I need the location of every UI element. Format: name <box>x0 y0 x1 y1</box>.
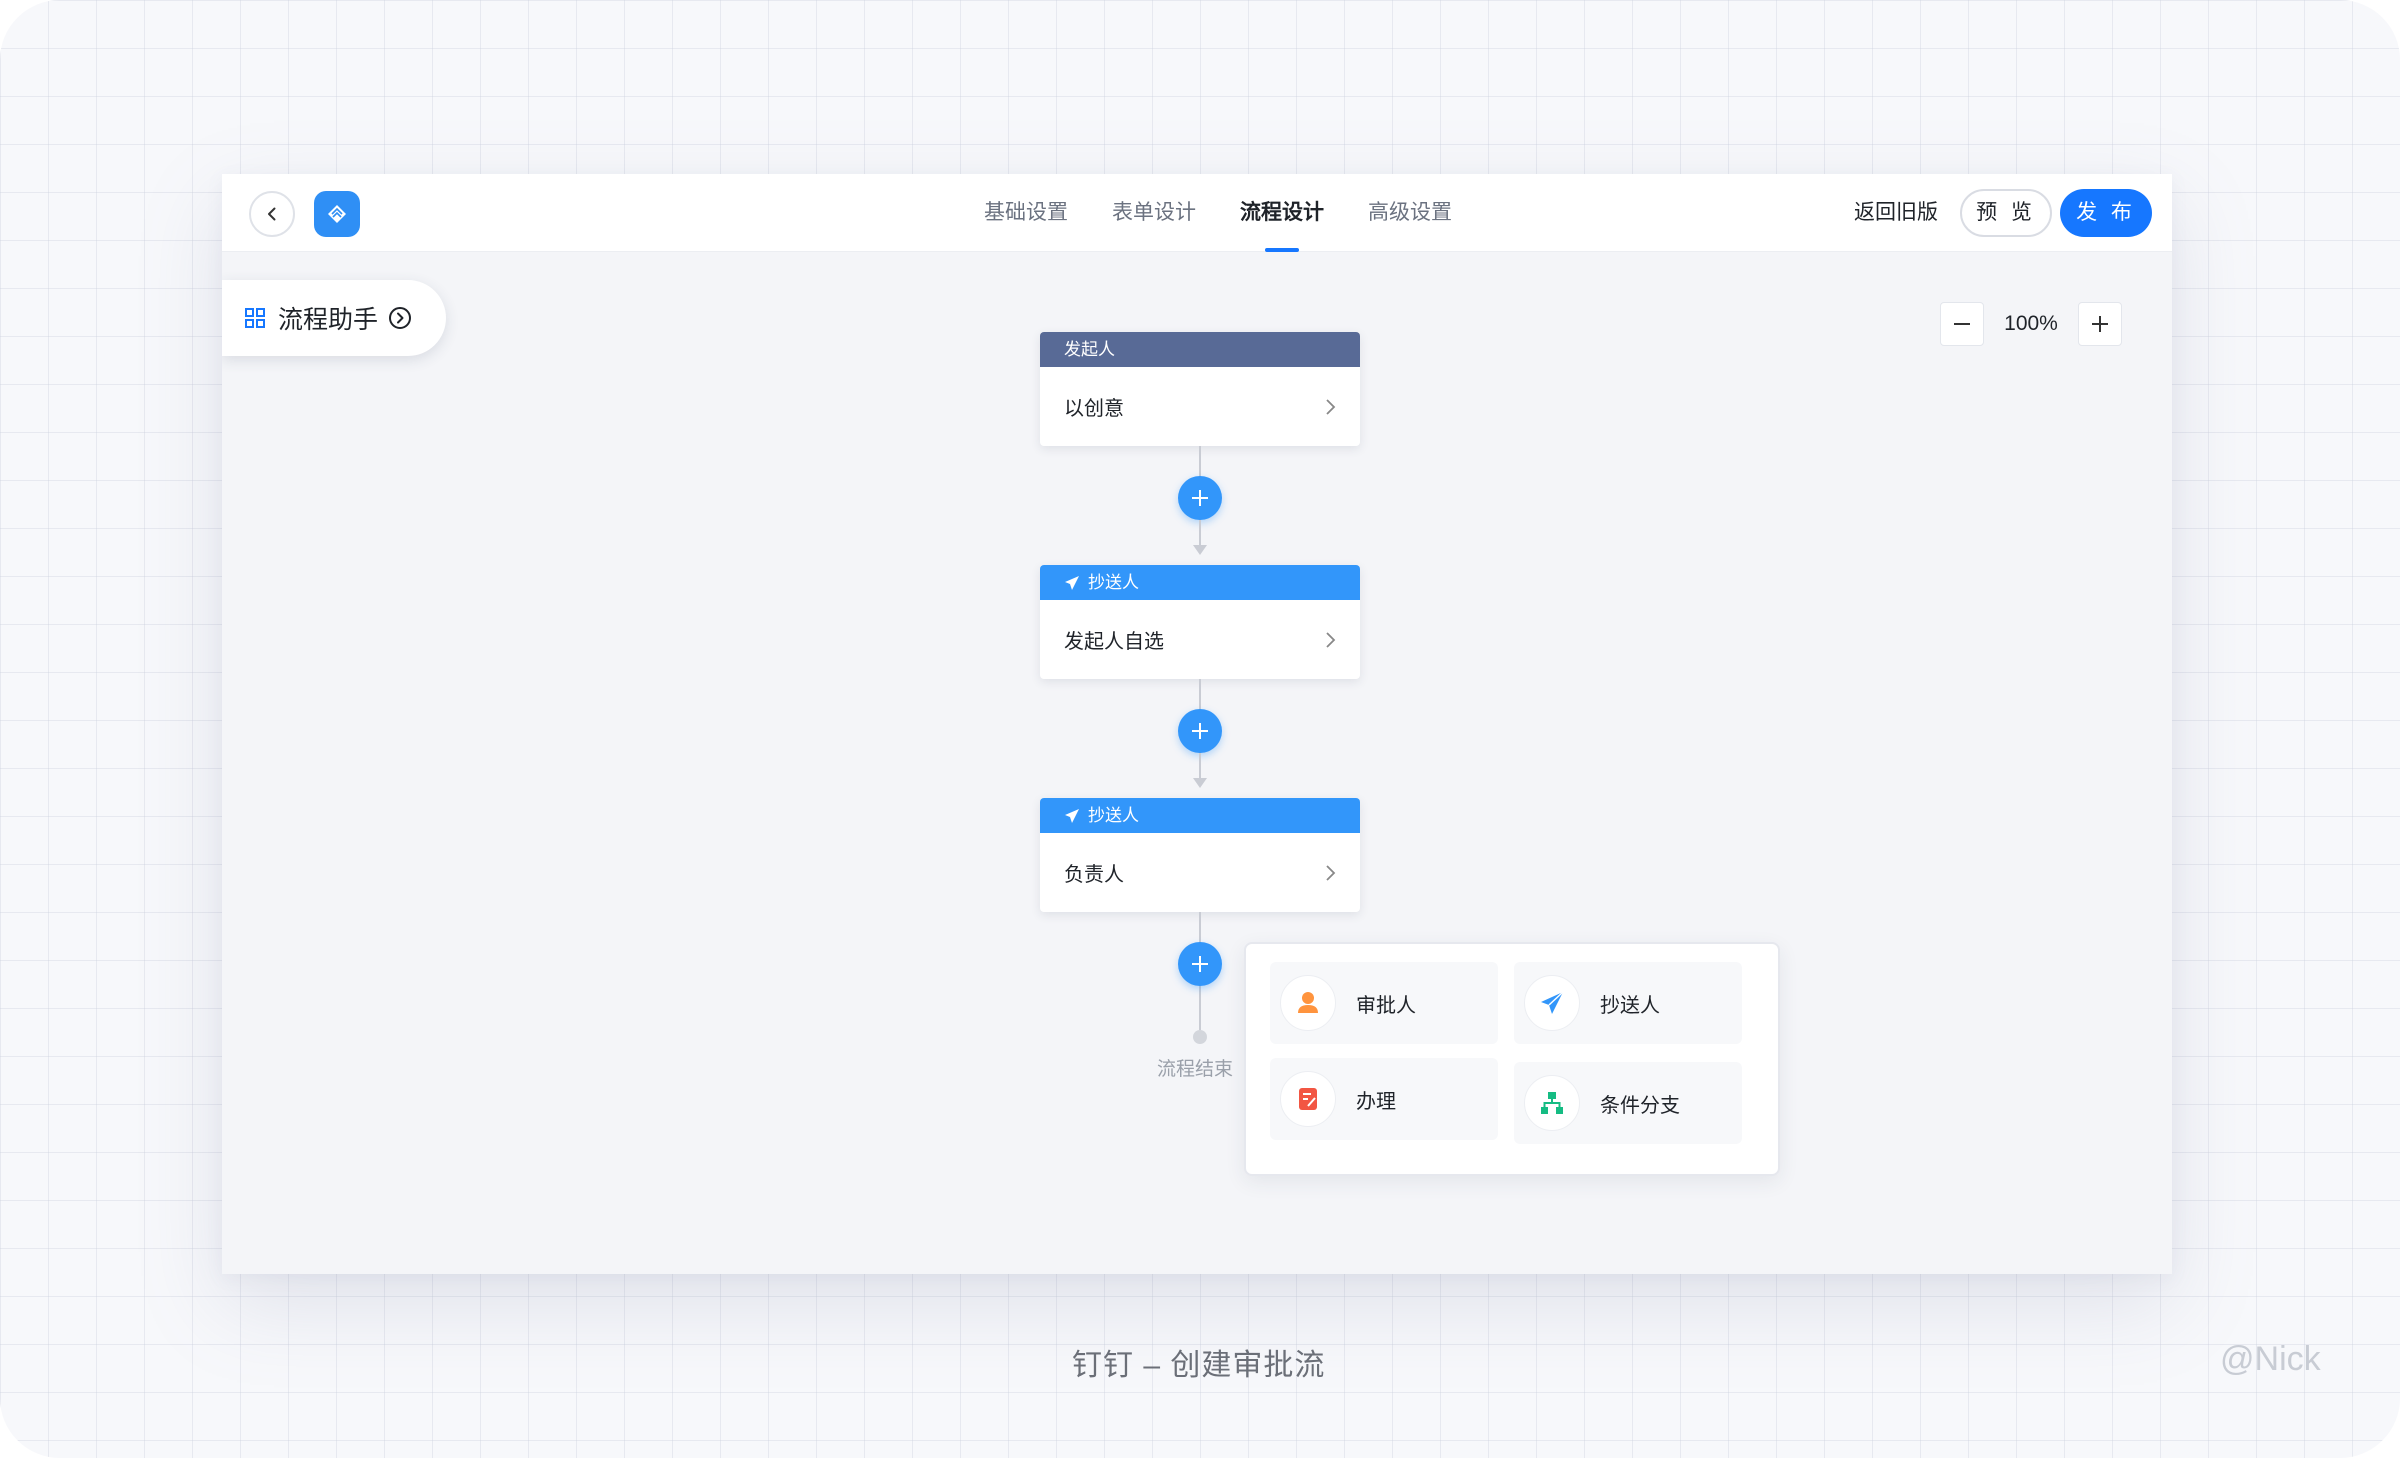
flow-assistant-button[interactable]: 流程助手 <box>222 280 446 356</box>
node-header: 发起人 <box>1040 332 1360 367</box>
add-approver-label: 审批人 <box>1356 994 1416 1017</box>
plus-icon <box>2092 316 2108 332</box>
preview-button[interactable]: 预 览 <box>1960 189 2052 237</box>
grid-icon <box>245 308 265 328</box>
node-header-label: 抄送人 <box>1088 573 1139 592</box>
flow-end-dot <box>1193 1030 1207 1044</box>
paper-plane-icon <box>1065 808 1079 823</box>
tab-basic-settings[interactable]: 基础设置 <box>962 174 1090 252</box>
zoom-in-button[interactable] <box>2078 302 2122 346</box>
tab-form-design[interactable]: 表单设计 <box>1090 174 1218 252</box>
connector-line <box>1199 753 1201 779</box>
watermark-text: @Nick <box>2220 1340 2321 1378</box>
person-icon <box>1280 975 1336 1031</box>
zoom-out-button[interactable] <box>1940 302 1984 346</box>
back-button[interactable] <box>249 191 295 237</box>
plus-icon <box>1192 956 1208 972</box>
minus-icon <box>1954 323 1970 325</box>
connector-arrow <box>1193 778 1207 788</box>
add-node-button[interactable] <box>1178 709 1222 753</box>
app-logo-icon <box>314 191 360 237</box>
add-condition-branch-label: 条件分支 <box>1600 1094 1680 1117</box>
circle-arrow-right-icon <box>389 307 412 329</box>
flow-end-label: 流程结束 <box>1157 1059 1234 1080</box>
revert-old-version-link[interactable]: 返回旧版 <box>1854 174 1938 252</box>
node-body-label: 以创意 <box>1064 398 1124 420</box>
add-cc-option[interactable]: 抄送人 <box>1514 962 1742 1044</box>
add-handle-option[interactable]: 办理 <box>1270 1058 1498 1140</box>
zoom-control: 100% <box>1940 302 2122 346</box>
add-node-popover: 审批人 抄送人 办理 条件分支 <box>1244 942 1780 1176</box>
paper-plane-icon <box>1524 975 1580 1031</box>
chevron-right-icon <box>1326 864 1336 881</box>
publish-button[interactable]: 发 布 <box>2060 189 2152 237</box>
add-node-button[interactable] <box>1178 476 1222 520</box>
add-handle-label: 办理 <box>1356 1090 1396 1113</box>
node-header-label: 发起人 <box>1064 340 1115 359</box>
connector-line <box>1199 520 1201 546</box>
add-approver-option[interactable]: 审批人 <box>1270 962 1498 1044</box>
plus-icon <box>1192 490 1208 506</box>
background-canvas: 基础设置 表单设计 流程设计 高级设置 返回旧版 预 览 发 布 流程助手 10… <box>0 0 2400 1458</box>
add-node-button-active[interactable] <box>1178 942 1222 986</box>
caption-text: 钉钉 – 创建审批流 <box>1072 1349 1326 1382</box>
top-bar: 基础设置 表单设计 流程设计 高级设置 返回旧版 预 览 发 布 <box>222 174 2172 252</box>
node-body: 负责人 <box>1040 833 1360 912</box>
zoom-level: 100% <box>2004 312 2058 335</box>
branch-icon <box>1524 1075 1580 1131</box>
add-condition-branch-option[interactable]: 条件分支 <box>1514 1062 1742 1144</box>
chevron-right-icon <box>1326 398 1336 415</box>
node-body-label: 负责人 <box>1064 864 1124 886</box>
connector-arrow <box>1193 545 1207 555</box>
node-body: 以创意 <box>1040 367 1360 446</box>
tab-bar: 基础设置 表单设计 流程设计 高级设置 <box>962 174 1474 252</box>
node-header: 抄送人 <box>1040 565 1360 600</box>
chevron-right-icon <box>1326 631 1336 648</box>
tab-advanced-settings[interactable]: 高级设置 <box>1346 174 1474 252</box>
node-body-label: 发起人自选 <box>1064 631 1164 653</box>
edit-document-icon <box>1280 1071 1336 1127</box>
node-header-label: 抄送人 <box>1088 806 1139 825</box>
add-cc-label: 抄送人 <box>1600 994 1660 1017</box>
flow-assistant-label: 流程助手 <box>278 306 379 334</box>
flow-node-cc-1[interactable]: 抄送人 发起人自选 <box>1040 565 1360 679</box>
tab-flow-design[interactable]: 流程设计 <box>1218 174 1346 252</box>
paper-plane-icon <box>1065 575 1079 590</box>
app-window: 基础设置 表单设计 流程设计 高级设置 返回旧版 预 览 发 布 流程助手 10… <box>222 174 2172 1274</box>
node-body: 发起人自选 <box>1040 600 1360 679</box>
flow-node-initiator[interactable]: 发起人 以创意 <box>1040 332 1360 446</box>
plus-icon <box>1192 723 1208 739</box>
flow-node-cc-2[interactable]: 抄送人 负责人 <box>1040 798 1360 912</box>
node-header: 抄送人 <box>1040 798 1360 833</box>
chevron-left-icon <box>268 207 276 221</box>
